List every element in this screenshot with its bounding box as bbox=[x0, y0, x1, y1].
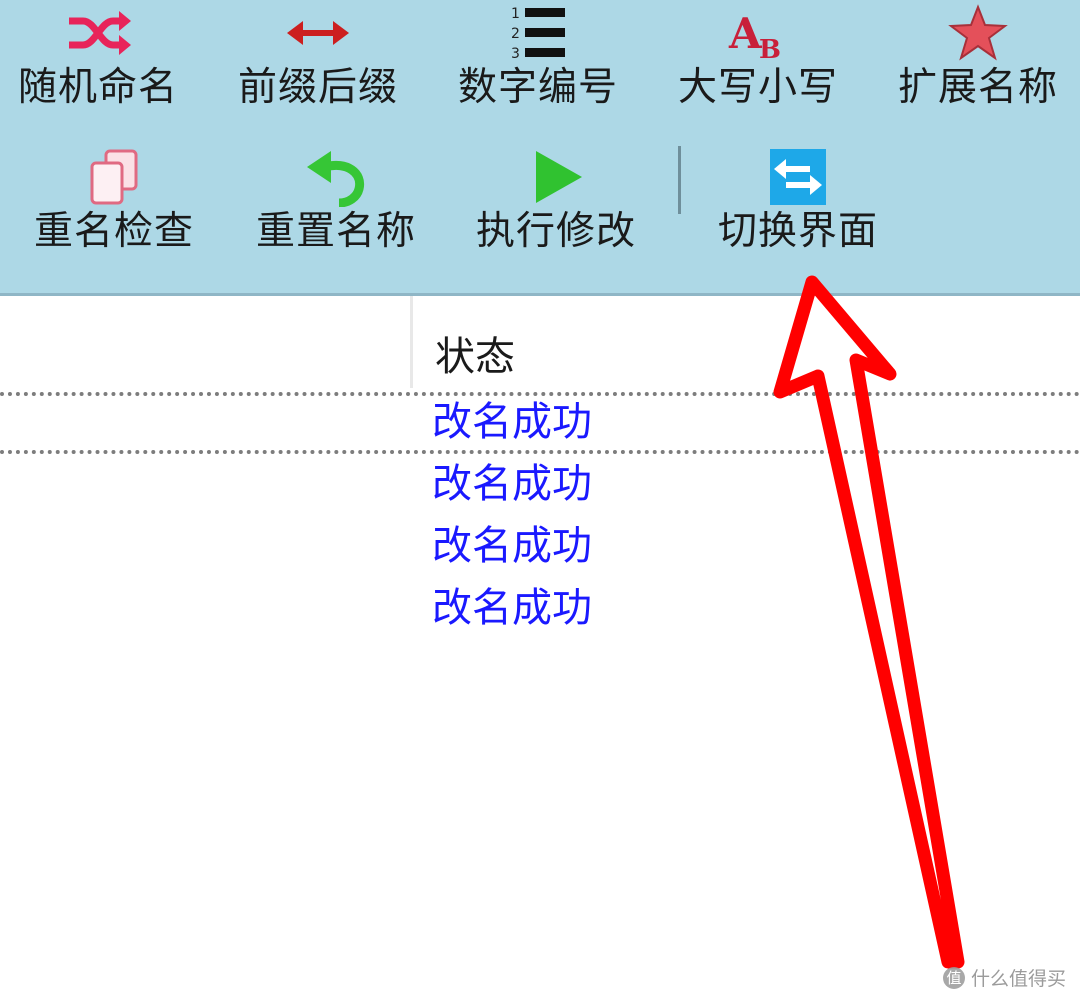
execute-label: 执行修改 bbox=[475, 209, 636, 254]
letter-case-label: 大写小写 bbox=[677, 65, 838, 110]
random-name-label: 随机命名 bbox=[17, 65, 178, 110]
copy-pages-icon bbox=[79, 146, 149, 208]
table-row[interactable]: 改名成功 bbox=[432, 516, 592, 576]
status-column-header[interactable]: 状态 bbox=[410, 296, 1080, 388]
random-name-button[interactable]: 随机命名 bbox=[0, 2, 198, 112]
duplicate-check-label: 重名检查 bbox=[33, 209, 194, 254]
file-list: 状态 改名成功 改名成功 改名成功 改名成功 bbox=[0, 296, 1080, 1001]
numbered-list-icon: 1 2 3 bbox=[503, 2, 573, 64]
execute-button[interactable]: 执行修改 bbox=[456, 146, 656, 256]
reset-name-button[interactable]: 重置名称 bbox=[236, 146, 436, 256]
letter-case-icon: A B bbox=[723, 2, 793, 64]
toolbar: 随机命名 前缀后缀 1 2 3 数字编号 A B 大写小写 扩展名称 重名检查 … bbox=[0, 0, 1080, 296]
svg-text:1: 1 bbox=[511, 6, 520, 22]
extension-name-label: 扩展名称 bbox=[897, 65, 1058, 110]
play-icon bbox=[521, 146, 591, 208]
prefix-suffix-label: 前缀后缀 bbox=[237, 65, 398, 110]
prefix-suffix-button[interactable]: 前缀后缀 bbox=[218, 2, 418, 112]
duplicate-check-button[interactable]: 重名检查 bbox=[14, 146, 214, 256]
svg-text:A: A bbox=[728, 9, 763, 58]
shuffle-icon bbox=[63, 2, 133, 64]
table-row[interactable]: 改名成功 bbox=[432, 392, 592, 452]
svg-text:2: 2 bbox=[511, 26, 520, 42]
watermark: 值 什么值得买 bbox=[942, 964, 1066, 991]
svg-text:3: 3 bbox=[511, 46, 520, 62]
letter-case-button[interactable]: A B 大写小写 bbox=[658, 2, 858, 112]
reset-name-label: 重置名称 bbox=[255, 209, 416, 254]
watermark-logo: 值 bbox=[942, 966, 965, 989]
switch-arrows-icon bbox=[763, 146, 833, 208]
undo-arrow-icon bbox=[301, 146, 371, 208]
watermark-text: 什么值得买 bbox=[970, 968, 1066, 990]
table-row[interactable]: 改名成功 bbox=[432, 578, 592, 638]
number-sequence-button[interactable]: 1 2 3 数字编号 bbox=[438, 2, 638, 112]
extension-name-button[interactable]: 扩展名称 bbox=[878, 2, 1078, 112]
status-column-label: 状态 bbox=[435, 334, 515, 380]
switch-view-button[interactable]: 切换界面 bbox=[698, 146, 898, 256]
toolbar-separator bbox=[678, 146, 681, 214]
svg-text:B: B bbox=[759, 35, 781, 62]
table-row[interactable]: 改名成功 bbox=[432, 454, 592, 514]
number-sequence-label: 数字编号 bbox=[457, 65, 618, 110]
double-arrow-icon bbox=[283, 2, 353, 64]
switch-view-label: 切换界面 bbox=[717, 209, 878, 254]
star-icon bbox=[943, 2, 1013, 64]
